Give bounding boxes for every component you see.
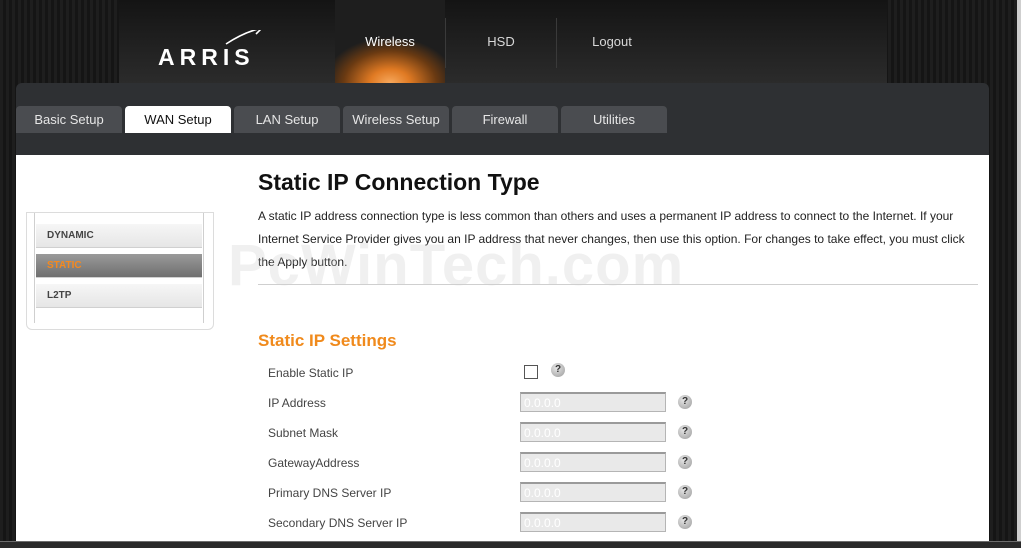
tab-firewall[interactable]: Firewall <box>452 106 558 133</box>
section-title: Static IP Settings <box>258 331 397 350</box>
top-nav-hsd[interactable]: HSD <box>446 0 556 83</box>
window-scrollbar-edge <box>1017 0 1021 547</box>
side-nav-dynamic[interactable]: DYNAMIC <box>36 224 202 248</box>
tab-basic-setup[interactable]: Basic Setup <box>16 106 122 133</box>
tab-utilities[interactable]: Utilities <box>561 106 667 133</box>
help-icon[interactable]: ? <box>678 485 692 499</box>
side-nav-static[interactable]: STATIC <box>36 254 202 278</box>
secondary-dns-input[interactable] <box>520 512 666 532</box>
page-title: Static IP Connection Type <box>258 169 540 195</box>
ip-address-input[interactable] <box>520 392 666 412</box>
side-nav-l2tp[interactable]: L2TP <box>36 284 202 308</box>
gateway-address-label: GatewayAddress <box>268 456 360 470</box>
watermark: PcWinTech.com <box>228 233 685 298</box>
help-icon[interactable]: ? <box>551 363 565 377</box>
help-icon[interactable]: ? <box>678 395 692 409</box>
top-nav-wireless[interactable]: Wireless <box>335 0 445 83</box>
tab-lan-setup[interactable]: LAN Setup <box>234 106 340 133</box>
arris-logo: ARRIS <box>158 30 268 72</box>
ip-address-label: IP Address <box>268 396 326 410</box>
subnet-mask-label: Subnet Mask <box>268 426 339 440</box>
divider <box>258 284 978 285</box>
primary-dns-input[interactable] <box>520 482 666 502</box>
secondary-dns-label: Secondary DNS Server IP <box>268 516 408 530</box>
primary-dns-label: Primary DNS Server IP <box>268 486 392 500</box>
help-icon[interactable]: ? <box>678 455 692 469</box>
gateway-address-input[interactable] <box>520 452 666 472</box>
main-tabs: Basic Setup WAN Setup LAN Setup Wireless… <box>16 106 667 133</box>
enable-static-ip-checkbox[interactable] <box>524 365 538 379</box>
enable-static-ip-label: Enable Static IP <box>268 366 354 380</box>
brand-name: ARRIS <box>158 44 255 70</box>
subnet-mask-input[interactable] <box>520 422 666 442</box>
help-icon[interactable]: ? <box>678 425 692 439</box>
top-nav: Wireless HSD Logout <box>335 0 667 83</box>
help-icon[interactable]: ? <box>678 515 692 529</box>
side-nav: DYNAMIC STATIC L2TP <box>26 212 214 330</box>
top-nav-logout[interactable]: Logout <box>557 0 667 83</box>
tab-wireless-setup[interactable]: Wireless Setup <box>343 106 449 133</box>
tab-wan-setup[interactable]: WAN Setup <box>125 106 231 133</box>
